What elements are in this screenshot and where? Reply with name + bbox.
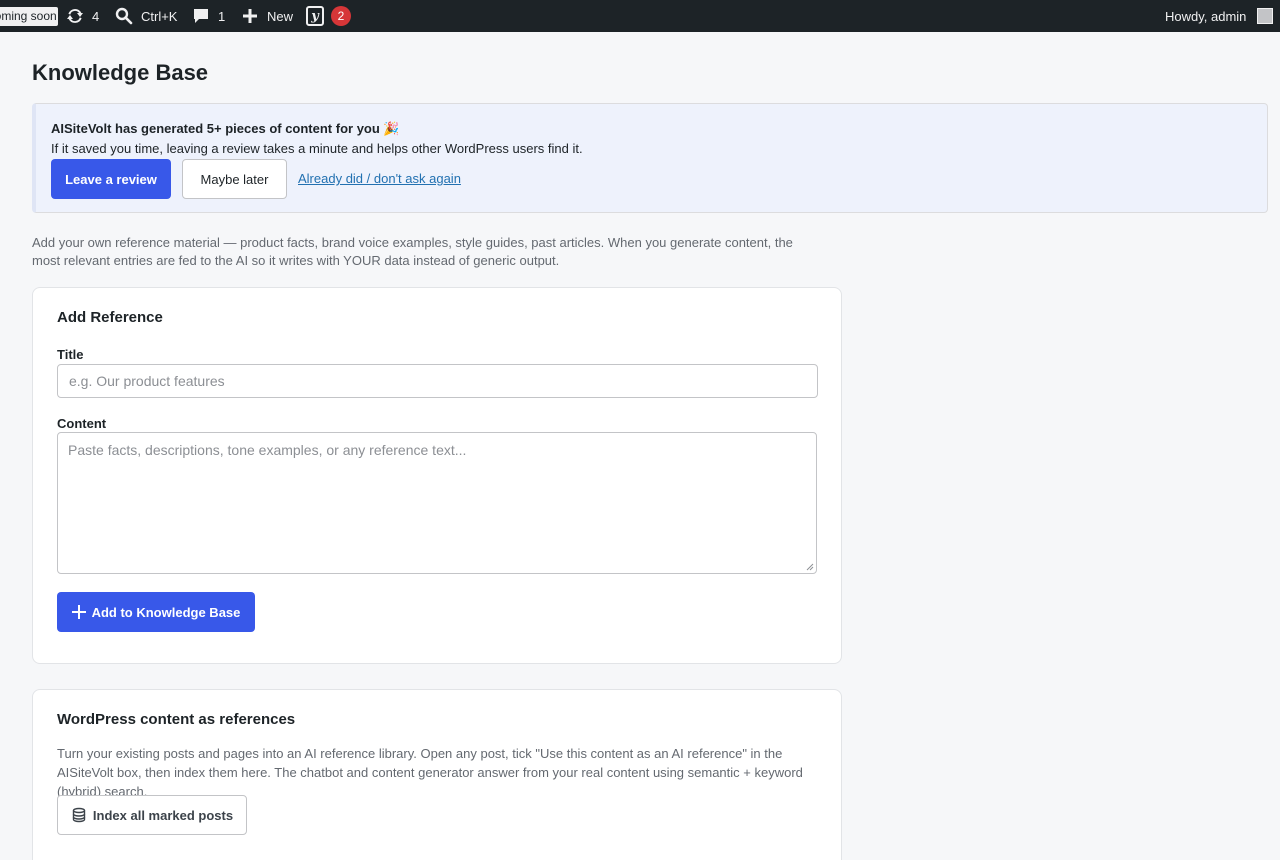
avatar xyxy=(1257,8,1274,24)
comments-count: 1 xyxy=(218,8,226,24)
new-content-menu[interactable]: New xyxy=(240,0,293,32)
database-icon xyxy=(72,807,86,823)
updates-menu[interactable]: 4 xyxy=(65,0,99,32)
wp-content-description: Turn your existing posts and pages into … xyxy=(57,746,803,799)
notice-text: If it saved you time, leaving a review t… xyxy=(51,141,583,156)
review-notice: AISiteVolt has generated 5+ pieces of co… xyxy=(32,103,1268,213)
content-textarea[interactable]: Paste facts, descriptions, tone examples… xyxy=(57,432,817,574)
comment-icon xyxy=(191,6,211,26)
add-to-knowledge-base-button[interactable]: Add to Knowledge Base xyxy=(57,592,255,632)
title-label: Title xyxy=(57,347,84,362)
updates-count: 4 xyxy=(92,8,100,24)
yoast-menu[interactable]: y 2 xyxy=(306,0,351,32)
search-shortcut: Ctrl+K xyxy=(141,8,178,24)
yoast-notification-badge: 2 xyxy=(331,6,351,26)
index-button-label: Index all marked posts xyxy=(92,807,234,823)
resize-handle-icon[interactable] xyxy=(806,563,814,571)
howdy-text: Howdy, admin xyxy=(1165,8,1247,24)
content-placeholder: Paste facts, descriptions, tone examples… xyxy=(68,442,467,458)
admin-bar: Coming soon 4 Ctrl+K 1 New y 2 Howdy, ad… xyxy=(0,0,1280,32)
command-search[interactable]: Ctrl+K xyxy=(114,0,177,32)
add-reference-card: Add Reference Title e.g. Our product fea… xyxy=(32,287,842,664)
wp-content-title: WordPress content as references xyxy=(57,711,296,728)
plus-icon xyxy=(240,6,260,26)
intro-text: Add your own reference material — produc… xyxy=(32,235,793,268)
new-label: New xyxy=(267,8,294,24)
plus-icon xyxy=(71,605,86,619)
notice-heading: AISiteVolt has generated 5+ pieces of co… xyxy=(51,121,400,136)
add-reference-title: Add Reference xyxy=(57,309,163,326)
comments-menu[interactable]: 1 xyxy=(191,0,225,32)
refresh-icon xyxy=(65,6,85,26)
page-title: Knowledge Base xyxy=(32,60,209,85)
coming-soon-badge[interactable]: Coming soon xyxy=(0,7,58,26)
content-label: Content xyxy=(57,416,107,431)
yoast-icon: y xyxy=(306,6,324,26)
index-marked-posts-button[interactable]: Index all marked posts xyxy=(57,795,247,835)
maybe-later-button[interactable]: Maybe later xyxy=(182,159,287,199)
wp-content-card: WordPress content as references Turn you… xyxy=(32,689,842,860)
search-icon xyxy=(114,6,134,26)
account-menu[interactable]: Howdy, admin xyxy=(1165,0,1274,32)
leave-review-button[interactable]: Leave a review xyxy=(51,159,171,199)
title-input[interactable]: e.g. Our product features xyxy=(57,364,818,398)
add-button-label: Add to Knowledge Base xyxy=(91,604,241,620)
dismiss-link[interactable]: Already did / don't ask again xyxy=(298,171,461,186)
